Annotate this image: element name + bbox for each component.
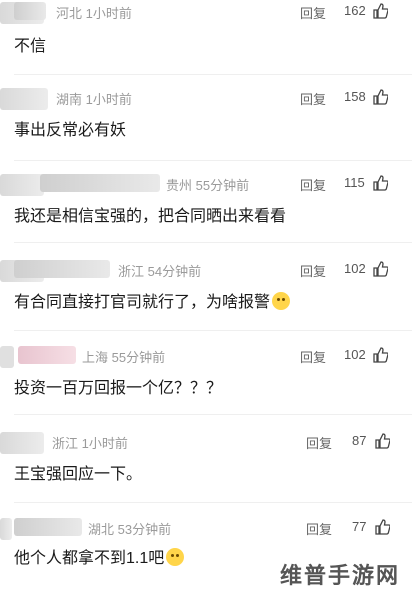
divider xyxy=(14,160,412,161)
reply-button[interactable]: 回复 xyxy=(300,261,326,280)
comment-text: 有合同直接打官司就行了，为啥报警 xyxy=(14,288,291,312)
reply-button[interactable]: 回复 xyxy=(300,175,326,194)
comment-text: 投资一百万回报一个亿？？？ xyxy=(14,380,223,397)
like-count: 102 xyxy=(344,261,366,276)
like-count: 162 xyxy=(344,3,366,18)
comment-text: 我还是相信宝强的，把合同晒出来看看 xyxy=(14,208,287,225)
thumbs-up-icon[interactable] xyxy=(372,89,388,105)
avatar[interactable] xyxy=(0,518,12,540)
thumbs-up-icon[interactable] xyxy=(372,347,388,363)
comment-location-time: 浙江 54分钟前 xyxy=(118,264,202,279)
comment-location-time: 浙江 1小时前 xyxy=(52,436,128,451)
divider xyxy=(14,242,412,243)
comment-text: 王宝强回应一下。 xyxy=(14,466,143,483)
comment-location-time: 贵州 55分钟前 xyxy=(166,178,250,193)
grimace-emoji-icon xyxy=(166,548,185,566)
comment-text: 事出反常必有妖 xyxy=(14,122,127,139)
like-count: 87 xyxy=(352,433,367,448)
avatar[interactable] xyxy=(0,174,44,196)
username-blurred[interactable] xyxy=(18,346,76,364)
like-count: 115 xyxy=(344,175,365,190)
like-count: 77 xyxy=(352,519,367,534)
divider xyxy=(14,502,412,503)
reply-button[interactable]: 回复 xyxy=(300,347,326,366)
watermark: 维普手游网 xyxy=(273,554,407,594)
reply-button[interactable]: 回复 xyxy=(306,519,332,538)
thumbs-up-icon[interactable] xyxy=(374,519,390,535)
avatar[interactable] xyxy=(0,432,44,454)
avatar[interactable] xyxy=(0,346,14,368)
thumbs-up-icon[interactable] xyxy=(372,175,388,191)
comment-location-time: 河北 1小时前 xyxy=(56,6,132,21)
divider xyxy=(14,74,412,75)
comment-text: 不信 xyxy=(14,38,47,55)
username-blurred[interactable] xyxy=(14,518,82,536)
reply-button[interactable]: 回复 xyxy=(300,3,326,22)
comment-text-content: 他个人都拿不到1.1吧 xyxy=(14,550,165,567)
username-blurred[interactable] xyxy=(14,260,110,278)
comment-location-time: 湖南 1小时前 xyxy=(56,92,132,107)
username-blurred[interactable] xyxy=(14,2,46,20)
divider xyxy=(14,414,412,415)
username-blurred[interactable] xyxy=(40,174,160,192)
divider xyxy=(14,330,412,331)
comment-location-time: 湖北 53分钟前 xyxy=(88,522,172,537)
reply-button[interactable]: 回复 xyxy=(300,89,326,108)
comment-text: 他个人都拿不到1.1吧 xyxy=(14,544,185,568)
thumbs-up-icon[interactable] xyxy=(372,261,388,277)
avatar[interactable] xyxy=(0,88,48,110)
thumbs-up-icon[interactable] xyxy=(374,433,390,449)
cat-emoji-icon xyxy=(272,292,291,310)
comment-text-content: 有合同直接打官司就行了，为啥报警 xyxy=(14,294,271,311)
comment-location-time: 上海 55分钟前 xyxy=(82,350,166,365)
like-count: 102 xyxy=(344,347,366,362)
thumbs-up-icon[interactable] xyxy=(372,3,388,19)
reply-button[interactable]: 回复 xyxy=(306,433,332,452)
like-count: 158 xyxy=(344,89,366,104)
